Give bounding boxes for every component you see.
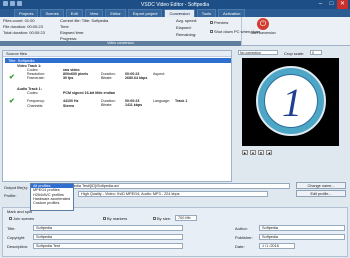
preview-panel: No correction Crop scale: 0 1 ▶ ■ ▮ ◀ — [236, 50, 348, 170]
profile-option[interactable]: Custom profiles — [31, 201, 73, 205]
maximize-button[interactable]: □ — [326, 0, 337, 9]
file-duration: File duration: 00:00:23 — [3, 24, 43, 29]
source-files-header: Source files — [3, 51, 231, 57]
clock-number: 1 — [282, 80, 302, 125]
video-track-labels: Codec: Resolution: Framerate: — [27, 68, 45, 81]
description-label: Description: — [7, 244, 29, 249]
tab-scenes[interactable]: Scenes — [40, 9, 64, 17]
tab-view[interactable]: View — [84, 9, 104, 17]
minimize-button[interactable]: – — [315, 0, 326, 9]
stop-icon[interactable]: ■ — [250, 150, 256, 155]
source-files-panel: Source files Title: Softpedia ✔ Video Tr… — [2, 50, 232, 182]
video-conversion-group: Files count: 01:00 File duration: 00:00:… — [0, 17, 260, 46]
date-field[interactable]: 1 /1 /2016 — [259, 243, 295, 249]
audio-language: Track 1 — [175, 99, 188, 103]
elapsed-time-label: Elapsed time: — [60, 30, 85, 35]
description-field[interactable]: Softpedia Test — [33, 243, 183, 249]
join-scenes-label: Join scenes — [13, 216, 35, 221]
video-duration-values: 00:00:23 2680.64 kbps — [125, 72, 147, 80]
title-field[interactable]: Softpedia — [33, 225, 183, 231]
channels-label: Channels: — [27, 103, 44, 108]
publisher-field[interactable]: Softpedia — [259, 234, 345, 240]
source-file-row[interactable]: Title: Softpedia — [5, 58, 231, 63]
date-label: Date: — [235, 244, 245, 249]
copyright-label: Copyright: — [7, 235, 26, 240]
ribbon: Files count: 01:00 File duration: 00:00:… — [0, 17, 350, 46]
by-markers-label: By markers — [107, 216, 128, 221]
profile-detail-select[interactable]: High Quality - Video: XviD MPEG4; Audio:… — [78, 191, 268, 197]
video-framerate: 30 fps — [63, 76, 74, 81]
audio-bitrate: 1411 kbps — [125, 103, 143, 108]
playback-controls: ▶ ■ ▮ ◀ — [242, 150, 272, 155]
framerate-label: Framerate: — [27, 76, 45, 81]
remaining: Remaining: — [176, 32, 197, 37]
files-count: Files count: 01:00 — [3, 18, 35, 23]
language-label: Language: — [153, 99, 170, 103]
play-icon[interactable]: ▶ — [242, 150, 248, 155]
title-bar: VSDC Video Editor - Softpedia – □ ✕ — [0, 0, 350, 9]
preview-screen: 1 — [242, 58, 339, 146]
video-track-values: raw video 800x600 pixels 30 fps — [63, 68, 88, 81]
profile-label: Profile: — [4, 193, 17, 198]
aspect-label: Aspect: — [153, 72, 165, 76]
video-bitrate: 2680.64 kbps — [125, 76, 148, 81]
avg-speed: Avg. speed: — [176, 18, 198, 23]
prev-frame-icon[interactable]: ◀ — [266, 150, 272, 155]
audio-duration-labels: Duration: Bitrate: — [101, 99, 116, 107]
clock-image: 1 — [256, 66, 326, 136]
tab-tools[interactable]: Tools — [196, 9, 217, 17]
step-icon[interactable]: ▮ — [258, 150, 264, 155]
preview-label: Preview — [214, 20, 229, 25]
metadata-panel: Mark and split Join scenes By markers By… — [2, 207, 348, 257]
preview-checkbox[interactable]: Preview — [210, 20, 228, 25]
audio-duration-values: 00:00:23 1411 kbps — [125, 99, 142, 107]
menu-tabs: Projects Scenes Edit View Editor Export … — [0, 9, 350, 17]
author-label: Author: — [235, 226, 248, 231]
profiles-dropdown: All profiles MPEG4 profiles H264/AVC pro… — [30, 183, 74, 211]
elapsed: Elapsed: — [176, 25, 192, 30]
publisher-label: Publisher: — [235, 235, 253, 240]
author-field[interactable]: Softpedia — [259, 225, 345, 231]
tab-activation[interactable]: Activation — [218, 9, 246, 17]
copyright-field[interactable]: Softpedia — [33, 234, 183, 240]
current-file: Current file: Title: Softpedia — [60, 18, 109, 23]
change-name-button[interactable]: Change name... — [296, 182, 346, 189]
tab-conversion[interactable]: Conversion — [164, 9, 195, 17]
mark-split-label: Mark and split — [7, 209, 32, 214]
join-scenes-checkbox[interactable]: Join scenes — [9, 216, 34, 221]
tab-projects[interactable]: Projects — [14, 9, 39, 17]
start-conversion-button[interactable]: ⏻ Start conversion — [248, 18, 278, 41]
close-button[interactable]: ✕ — [337, 0, 348, 9]
bitrate-label: Bitrate: — [101, 103, 113, 108]
frequency-label: Frequency: — [27, 99, 45, 104]
start-conversion-label: Start conversion — [250, 31, 276, 35]
audio-codec: PCM signed 16-bit little endian — [63, 91, 116, 95]
time-label: Time — [60, 24, 69, 29]
window-title: VSDC Video Editor - Softpedia — [140, 1, 209, 8]
check-icon: ✔ — [9, 98, 15, 105]
by-size-checkbox[interactable]: By size: — [153, 216, 171, 221]
correction-select[interactable]: No correction — [238, 50, 278, 55]
by-size-label: By size: — [157, 216, 172, 221]
title-label: Title: — [7, 226, 16, 231]
group-label: Video conversion — [0, 41, 241, 46]
tab-export-project[interactable]: Export project — [127, 9, 163, 17]
crop-scale-label: Crop scale: — [284, 51, 305, 56]
bitrate-label: Bitrate: — [101, 76, 113, 81]
size-input[interactable]: 700 Mb — [175, 215, 197, 221]
tab-editor[interactable]: Editor — [105, 9, 126, 17]
output-file-field[interactable]: C:\Softpedia\Softpedia Test\[ID]\Softped… — [40, 183, 290, 189]
check-icon: ✔ — [9, 74, 15, 81]
total-duration: Total duration: 00:00:23 — [3, 30, 45, 35]
tab-edit[interactable]: Edit — [65, 9, 83, 17]
output-file-label: Output file(s): — [4, 185, 29, 190]
crop-scale-input[interactable]: 0 — [310, 50, 322, 55]
audio-track-labels: Codec: Frequency: Channels: — [27, 91, 45, 108]
video-duration-labels: Duration: Bitrate: — [101, 72, 116, 80]
edit-profile-button[interactable]: Edit profile... — [296, 190, 346, 197]
power-icon: ⏻ — [257, 18, 269, 30]
by-markers-checkbox[interactable]: By markers — [103, 216, 127, 221]
